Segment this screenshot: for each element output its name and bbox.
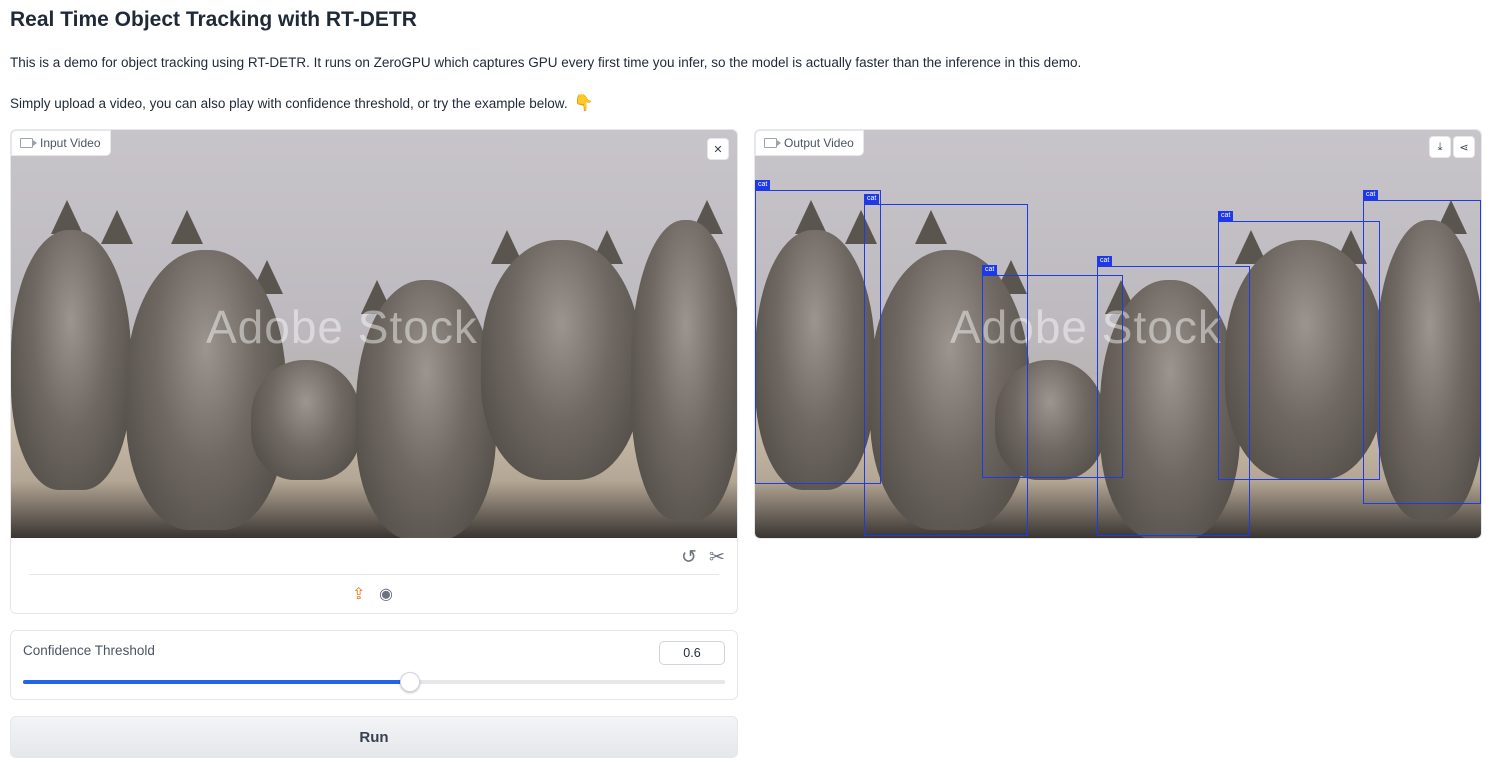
output-video-panel: Output Video ⤓ ⋖ Adobe Stock cat cat cat… [754,129,1482,539]
pointing-down-icon: 👇 [573,95,594,112]
slider-thumb[interactable] [400,672,421,692]
detection-label: cat [755,180,771,190]
input-video-label: Input Video [11,130,111,156]
webcam-icon[interactable]: ◉ [379,584,393,604]
page-instruction: Simply upload a video, you can also play… [10,93,594,113]
run-button[interactable]: Run [10,716,738,758]
input-video-label-text: Input Video [40,136,101,150]
input-video-panel: Input Video ✕ Adobe Stock ↺ ✂ ⇪ ◉ [10,129,738,614]
page-title: Real Time Object Tracking with RT-DETR [10,8,417,31]
confidence-threshold-slider[interactable] [23,672,725,692]
output-video-label-text: Output Video [784,136,854,150]
output-video-label: Output Video [755,130,864,156]
confidence-threshold-label: Confidence Threshold [23,643,155,658]
close-icon[interactable]: ✕ [707,138,729,160]
instruction-text: Simply upload a video, you can also play… [10,96,568,111]
confidence-threshold-panel: Confidence Threshold 0.6 [10,630,738,700]
detection-label: cat [1363,190,1379,200]
detection-box: cat [1363,190,1481,504]
page-description: This is a demo for object tracking using… [10,55,1082,70]
detection-label: cat [1218,211,1234,221]
input-video-player[interactable]: Adobe Stock [11,130,737,538]
video-camera-icon [20,138,37,148]
scissors-icon[interactable]: ✂ [709,546,725,569]
slider-fill [23,680,410,684]
controls-divider [29,574,719,575]
watermark: Adobe Stock [206,301,478,353]
input-video-controls: ↺ ✂ ⇪ ◉ [11,538,737,614]
download-icon[interactable]: ⤓ [1429,136,1451,158]
detection-label: cat [864,194,880,204]
output-video-player[interactable]: Adobe Stock cat cat cat cat cat cat [755,130,1481,538]
share-icon[interactable]: ⋖ [1453,136,1475,158]
detection-label: cat [982,265,998,275]
undo-icon[interactable]: ↺ [681,546,697,569]
video-camera-icon [764,138,781,148]
detection-box: cat [1218,211,1380,480]
detection-label: cat [1097,256,1113,266]
detection-box: cat [755,180,881,484]
confidence-threshold-input[interactable]: 0.6 [659,641,725,665]
upload-icon[interactable]: ⇪ [352,584,365,604]
